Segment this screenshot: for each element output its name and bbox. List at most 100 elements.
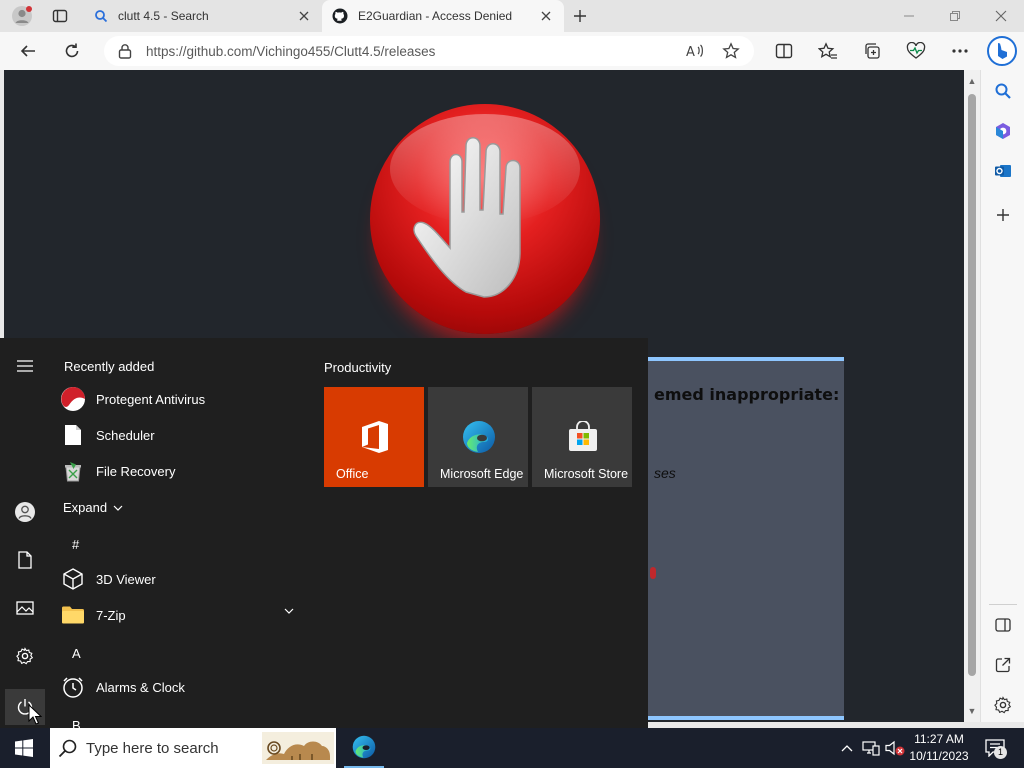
- user-account-button[interactable]: [10, 497, 40, 527]
- browser-essentials-button[interactable]: [902, 37, 930, 65]
- settings-button[interactable]: [10, 641, 40, 671]
- taskbar-search-box[interactable]: [50, 728, 336, 768]
- pictures-button[interactable]: [10, 593, 40, 623]
- picture-icon: [16, 601, 34, 615]
- tab-access-denied[interactable]: E2Guardian - Access Denied: [322, 0, 564, 32]
- chevron-down-icon[interactable]: [284, 608, 294, 614]
- tab-actions-button[interactable]: [46, 4, 74, 28]
- favorites-button[interactable]: [814, 37, 842, 65]
- tab-actions-icon: [52, 9, 68, 23]
- protegent-icon: [60, 386, 86, 412]
- scroll-thumb[interactable]: [968, 94, 976, 676]
- volume-muted-icon: [885, 740, 905, 756]
- split-screen-button[interactable]: [770, 37, 798, 65]
- minimize-icon: [904, 15, 914, 17]
- search-input[interactable]: [86, 739, 256, 757]
- sidebar-panel-icon: [995, 618, 1011, 632]
- sidebar-external-button[interactable]: [992, 654, 1014, 676]
- app-7-zip[interactable]: 7-Zip: [60, 598, 306, 632]
- github-icon: [332, 8, 348, 24]
- chevron-up-icon: [841, 745, 853, 752]
- sidebar-search-button[interactable]: [992, 80, 1014, 102]
- app-name: Protegent Antivirus: [96, 391, 206, 407]
- tile-office[interactable]: Office: [324, 387, 424, 487]
- sidebar-outlook-button[interactable]: [992, 160, 1014, 182]
- copilot-button[interactable]: [986, 35, 1018, 67]
- network-button[interactable]: [860, 728, 882, 768]
- close-icon: [995, 10, 1007, 22]
- taskbar-clock[interactable]: 11:27 AM 10/11/2023: [906, 731, 972, 765]
- gear-icon: [994, 696, 1012, 714]
- tab-title: E2Guardian - Access Denied: [358, 9, 513, 23]
- tile-label: Microsoft Edge: [440, 467, 524, 481]
- group-letter-hash[interactable]: #: [72, 537, 79, 552]
- refresh-button[interactable]: [58, 37, 86, 65]
- notification-center-button[interactable]: 1: [980, 734, 1010, 762]
- collections-button[interactable]: [858, 37, 886, 65]
- tab-close-button[interactable]: [538, 8, 554, 24]
- sidebar-settings-button[interactable]: [992, 694, 1014, 716]
- open-external-icon: [995, 657, 1011, 673]
- volume-button[interactable]: [884, 728, 906, 768]
- mouse-cursor-icon: [28, 704, 42, 725]
- app-3d-viewer[interactable]: 3D Viewer: [60, 562, 306, 596]
- start-button[interactable]: [0, 728, 48, 768]
- blocked-message-panel: emed inappropriate: ses: [644, 357, 844, 720]
- app-alarms-clock[interactable]: Alarms & Clock: [60, 670, 306, 704]
- more-icon: [952, 49, 968, 53]
- sidebar-add-button[interactable]: [992, 204, 1014, 226]
- scroll-up-arrow[interactable]: ▲: [967, 76, 977, 86]
- arrow-left-icon: [20, 45, 35, 57]
- tab-title: clutt 4.5 - Search: [118, 9, 209, 23]
- address-bar[interactable]: https://github.com/Vichingo455/Clutt4.5/…: [104, 36, 754, 66]
- close-window-button[interactable]: [978, 0, 1024, 32]
- office-icon: [358, 419, 392, 455]
- documents-button[interactable]: [10, 545, 40, 575]
- sidebar-office-button[interactable]: [992, 120, 1014, 142]
- back-button[interactable]: [14, 37, 42, 65]
- blocked-marker: [650, 567, 656, 579]
- dinosaur-highlight-icon: [262, 732, 334, 764]
- tab-search[interactable]: clutt 4.5 - Search: [84, 0, 322, 32]
- app-list: Recently added Protegent Antivirus Sched…: [50, 338, 310, 733]
- split-screen-icon: [775, 43, 793, 59]
- clock-icon: [60, 674, 86, 700]
- gear-icon: [16, 647, 34, 665]
- tab-close-button[interactable]: [296, 8, 312, 24]
- show-hidden-icons-button[interactable]: [838, 728, 856, 768]
- app-name: 7-Zip: [96, 607, 126, 623]
- plus-icon: [574, 10, 586, 22]
- profile-icon: [12, 6, 32, 26]
- app-name: Scheduler: [96, 427, 155, 443]
- tile-microsoft-store[interactable]: Microsoft Store: [532, 387, 632, 487]
- expand-button[interactable]: Expand: [63, 500, 123, 515]
- scroll-down-arrow[interactable]: ▼: [967, 706, 977, 716]
- restore-button[interactable]: [932, 0, 978, 32]
- group-letter-a[interactable]: A: [72, 646, 81, 661]
- page-scrollbar[interactable]: ▲ ▼: [964, 70, 980, 722]
- read-aloud-button[interactable]: A: [686, 42, 704, 60]
- tile-microsoft-edge[interactable]: Microsoft Edge: [428, 387, 528, 487]
- new-tab-button[interactable]: [566, 4, 594, 28]
- tiles-area: Productivity Office Microsoft Edge Micro…: [324, 338, 644, 728]
- app-name: File Recovery: [96, 463, 176, 479]
- file-recovery-icon: [60, 458, 86, 484]
- minimize-button[interactable]: [886, 0, 932, 32]
- more-options-button[interactable]: [946, 37, 974, 65]
- network-icon: [862, 741, 880, 756]
- sidebar-hide-button[interactable]: [992, 614, 1014, 636]
- tiles-group-label: Productivity: [324, 360, 392, 375]
- document-icon: [60, 422, 86, 448]
- taskbar-edge-button[interactable]: [344, 728, 384, 768]
- store-icon: [566, 419, 600, 455]
- close-icon: [541, 11, 551, 21]
- expand-label: Expand: [63, 500, 108, 515]
- app-file-recovery[interactable]: File Recovery: [60, 454, 306, 488]
- favorite-button[interactable]: [722, 42, 740, 60]
- app-scheduler[interactable]: Scheduler: [60, 418, 306, 452]
- tile-label: Office: [336, 467, 369, 481]
- microsoft-365-icon: [996, 123, 1010, 139]
- profile-button[interactable]: [8, 4, 36, 28]
- menu-toggle-button[interactable]: [10, 351, 40, 381]
- app-protegent-antivirus[interactable]: Protegent Antivirus: [60, 382, 306, 416]
